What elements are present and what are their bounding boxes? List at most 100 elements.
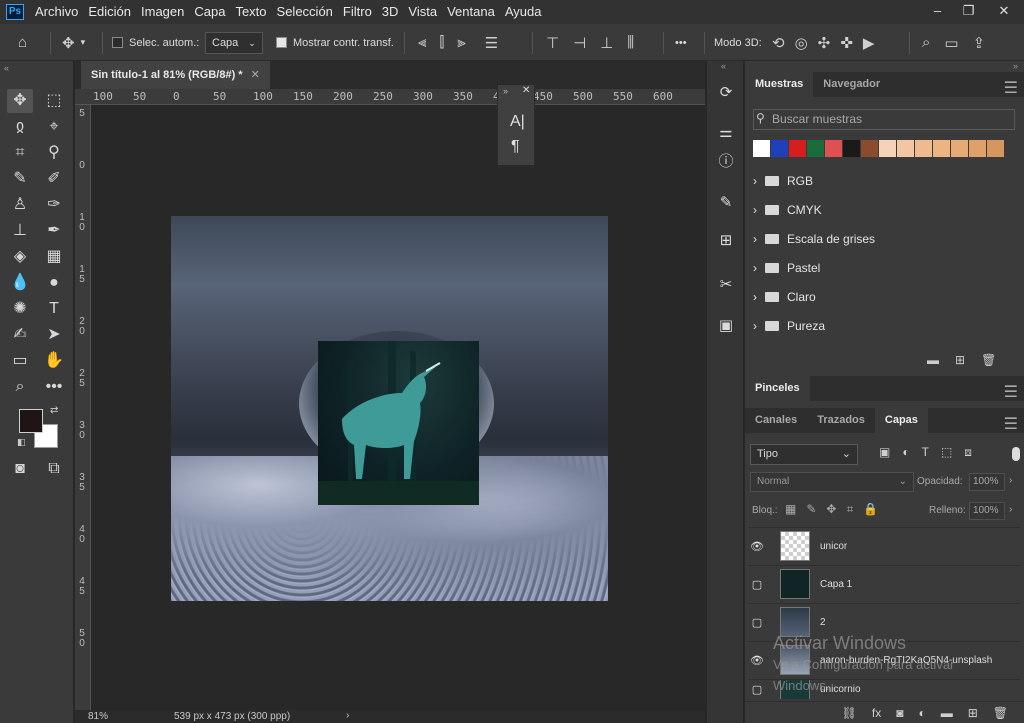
move-tool-icon[interactable]: ✥ bbox=[7, 89, 33, 113]
tab-muestras[interactable]: Muestras bbox=[745, 72, 814, 97]
menu-capa[interactable]: Capa bbox=[189, 0, 230, 24]
menu-vista[interactable]: Vista bbox=[403, 0, 442, 24]
edit-toolbar-icon[interactable]: ••• bbox=[41, 375, 67, 399]
home-icon[interactable]: ⌂ bbox=[18, 24, 27, 61]
zoom-level[interactable]: 81% bbox=[88, 711, 108, 722]
menu-ventana[interactable]: Ventana bbox=[442, 0, 500, 24]
panel-menu-icon[interactable]: ☰ bbox=[1004, 78, 1018, 98]
layer-name[interactable]: 2 bbox=[820, 617, 826, 628]
panel-menu-icon[interactable]: ☰ bbox=[1004, 382, 1018, 402]
auto-select-checkbox[interactable]: Selec. autom.: bbox=[112, 24, 199, 61]
healing-brush-icon[interactable]: ✎ bbox=[7, 167, 33, 191]
default-colors-icon[interactable]: ◧ bbox=[17, 437, 26, 448]
adjustment-filter-icon[interactable]: ◐ bbox=[902, 445, 909, 460]
crop-tool-icon[interactable]: ⌗ bbox=[7, 141, 33, 165]
fill-input[interactable]: 100% bbox=[969, 502, 1005, 520]
align-middle-icon[interactable]: ⊣ bbox=[573, 34, 586, 52]
hand-tool-icon[interactable]: ✋ bbox=[41, 349, 67, 373]
image-filter-icon[interactable]: ▣ bbox=[879, 445, 890, 460]
swatch[interactable] bbox=[951, 140, 968, 157]
swatch[interactable] bbox=[879, 140, 896, 157]
lasso-tool-icon[interactable]: ჲ bbox=[7, 115, 33, 139]
shape-filter-icon[interactable]: ⬚ bbox=[941, 445, 952, 460]
menu-seleccion[interactable]: Selección bbox=[272, 0, 338, 24]
menu-archivo[interactable]: Archivo bbox=[30, 0, 83, 24]
close-tab-icon[interactable]: ✕ bbox=[251, 61, 260, 89]
layer-name[interactable]: Capa 1 bbox=[820, 579, 852, 590]
lock-position-icon[interactable]: ✥ bbox=[826, 502, 836, 517]
show-transform-checkbox[interactable]: Mostrar contr. transf. bbox=[276, 24, 394, 61]
clone-stamp-icon[interactable]: ♙ bbox=[7, 193, 33, 217]
swatch-group-purity[interactable]: › Pureza bbox=[753, 312, 1007, 340]
adjustments-panel-icon[interactable]: ⚌ bbox=[714, 121, 738, 145]
close-panel-icon[interactable]: ✕ bbox=[522, 85, 530, 96]
visibility-toggle-empty[interactable]: ▢ bbox=[748, 578, 766, 591]
expand-panel-icon[interactable]: » bbox=[503, 86, 508, 96]
swatch-group-pastel[interactable]: › Pastel bbox=[753, 254, 1007, 282]
share-icon[interactable]: ⇪ bbox=[973, 34, 986, 52]
swatch-group-light[interactable]: › Claro bbox=[753, 283, 1007, 311]
swatches-search-input[interactable]: Buscar muestras bbox=[753, 109, 1015, 130]
roll-icon[interactable]: ◎ bbox=[795, 34, 808, 52]
lock-image-icon[interactable]: ✎ bbox=[806, 502, 816, 517]
status-menu-icon[interactable]: › bbox=[346, 710, 349, 721]
swatch[interactable] bbox=[771, 140, 788, 157]
tab-navegador[interactable]: Navegador bbox=[813, 72, 890, 97]
panel-menu-icon[interactable]: ☰ bbox=[1004, 414, 1018, 434]
align-hcenter-icon[interactable]: ⫿ bbox=[439, 34, 444, 51]
swatch[interactable] bbox=[825, 140, 842, 157]
new-group-icon[interactable]: ▬ bbox=[927, 353, 939, 367]
brush-settings-icon[interactable]: ✎ bbox=[714, 191, 738, 215]
marquee-tool-icon[interactable]: ⬚ bbox=[41, 89, 67, 113]
collapse-column-icon[interactable]: « bbox=[721, 61, 726, 71]
zoom-tool-icon[interactable]: ⌕ bbox=[7, 375, 33, 399]
libraries-icon[interactable]: ▣ bbox=[714, 314, 738, 338]
new-layer-icon[interactable]: ⊞ bbox=[968, 706, 978, 720]
more-options-button[interactable]: ••• bbox=[675, 24, 687, 61]
orbit-icon[interactable]: ⟲ bbox=[772, 34, 785, 52]
new-group-icon[interactable]: ▬ bbox=[941, 706, 953, 720]
chevron-right-icon[interactable]: › bbox=[1009, 475, 1012, 486]
align-top-icon[interactable]: ⊤ bbox=[546, 34, 559, 52]
tab-trazados[interactable]: Trazados bbox=[807, 408, 875, 433]
layer-row[interactable]: ▢ 2 bbox=[748, 603, 1020, 640]
close-button[interactable]: ✕ bbox=[984, 0, 1024, 24]
swatch[interactable] bbox=[987, 140, 1004, 157]
dodge-tool-icon[interactable]: ● bbox=[41, 271, 67, 295]
lock-all-icon[interactable]: 🔒 bbox=[863, 502, 878, 517]
swatch[interactable] bbox=[807, 140, 824, 157]
clone-source-icon[interactable]: ⊞ bbox=[714, 229, 738, 253]
rectangle-tool-icon[interactable]: ▭ bbox=[7, 349, 33, 373]
new-swatch-icon[interactable]: ⊞ bbox=[955, 353, 965, 367]
swatch[interactable] bbox=[843, 140, 860, 157]
swatch-group-grayscale[interactable]: › Escala de grises bbox=[753, 225, 1007, 253]
menu-ayuda[interactable]: Ayuda bbox=[500, 0, 547, 24]
menu-texto[interactable]: Texto bbox=[230, 0, 271, 24]
lock-artboard-icon[interactable]: ⌗ bbox=[846, 502, 853, 517]
brush-tool-icon[interactable]: ✐ bbox=[41, 167, 67, 191]
video-camera-icon[interactable]: ▶ bbox=[863, 34, 875, 52]
expand-dock-icon[interactable]: » bbox=[1013, 61, 1018, 71]
document-tab[interactable]: Sin título-1 al 81% (RGB/8#) * ✕ bbox=[81, 61, 270, 89]
tab-canales[interactable]: Canales bbox=[745, 408, 807, 433]
menu-3d[interactable]: 3D bbox=[377, 0, 404, 24]
align-left-icon[interactable]: ⫷ bbox=[418, 34, 426, 51]
visibility-toggle-empty[interactable]: ▢ bbox=[748, 683, 766, 696]
chevron-right-icon[interactable]: › bbox=[1009, 504, 1012, 515]
smart-object-filter-icon[interactable]: ⧈ bbox=[964, 445, 972, 460]
collapse-icon[interactable]: « bbox=[4, 63, 9, 73]
gradient-tool-icon[interactable]: ▦ bbox=[41, 245, 67, 269]
workspace-icon[interactable]: ▭ bbox=[944, 34, 958, 52]
lock-transparency-icon[interactable]: ▦ bbox=[785, 502, 796, 517]
path-select-tool-icon[interactable]: ➤ bbox=[41, 323, 67, 347]
eraser-tool-icon[interactable]: ◈ bbox=[7, 245, 33, 269]
swatch[interactable] bbox=[969, 140, 986, 157]
minimize-button[interactable]: – bbox=[922, 0, 953, 24]
visibility-toggle-empty[interactable]: ▢ bbox=[748, 616, 766, 629]
trash-icon[interactable]: 🗑 bbox=[981, 353, 996, 367]
layer-row[interactable]: 👁 unicor bbox=[748, 527, 1020, 564]
swap-colors-icon[interactable]: ⇄ bbox=[50, 405, 58, 416]
menu-filtro[interactable]: Filtro bbox=[338, 0, 377, 24]
text-filter-icon[interactable]: T bbox=[922, 445, 929, 460]
auto-select-target[interactable]: Capa ⌄ bbox=[205, 24, 263, 61]
